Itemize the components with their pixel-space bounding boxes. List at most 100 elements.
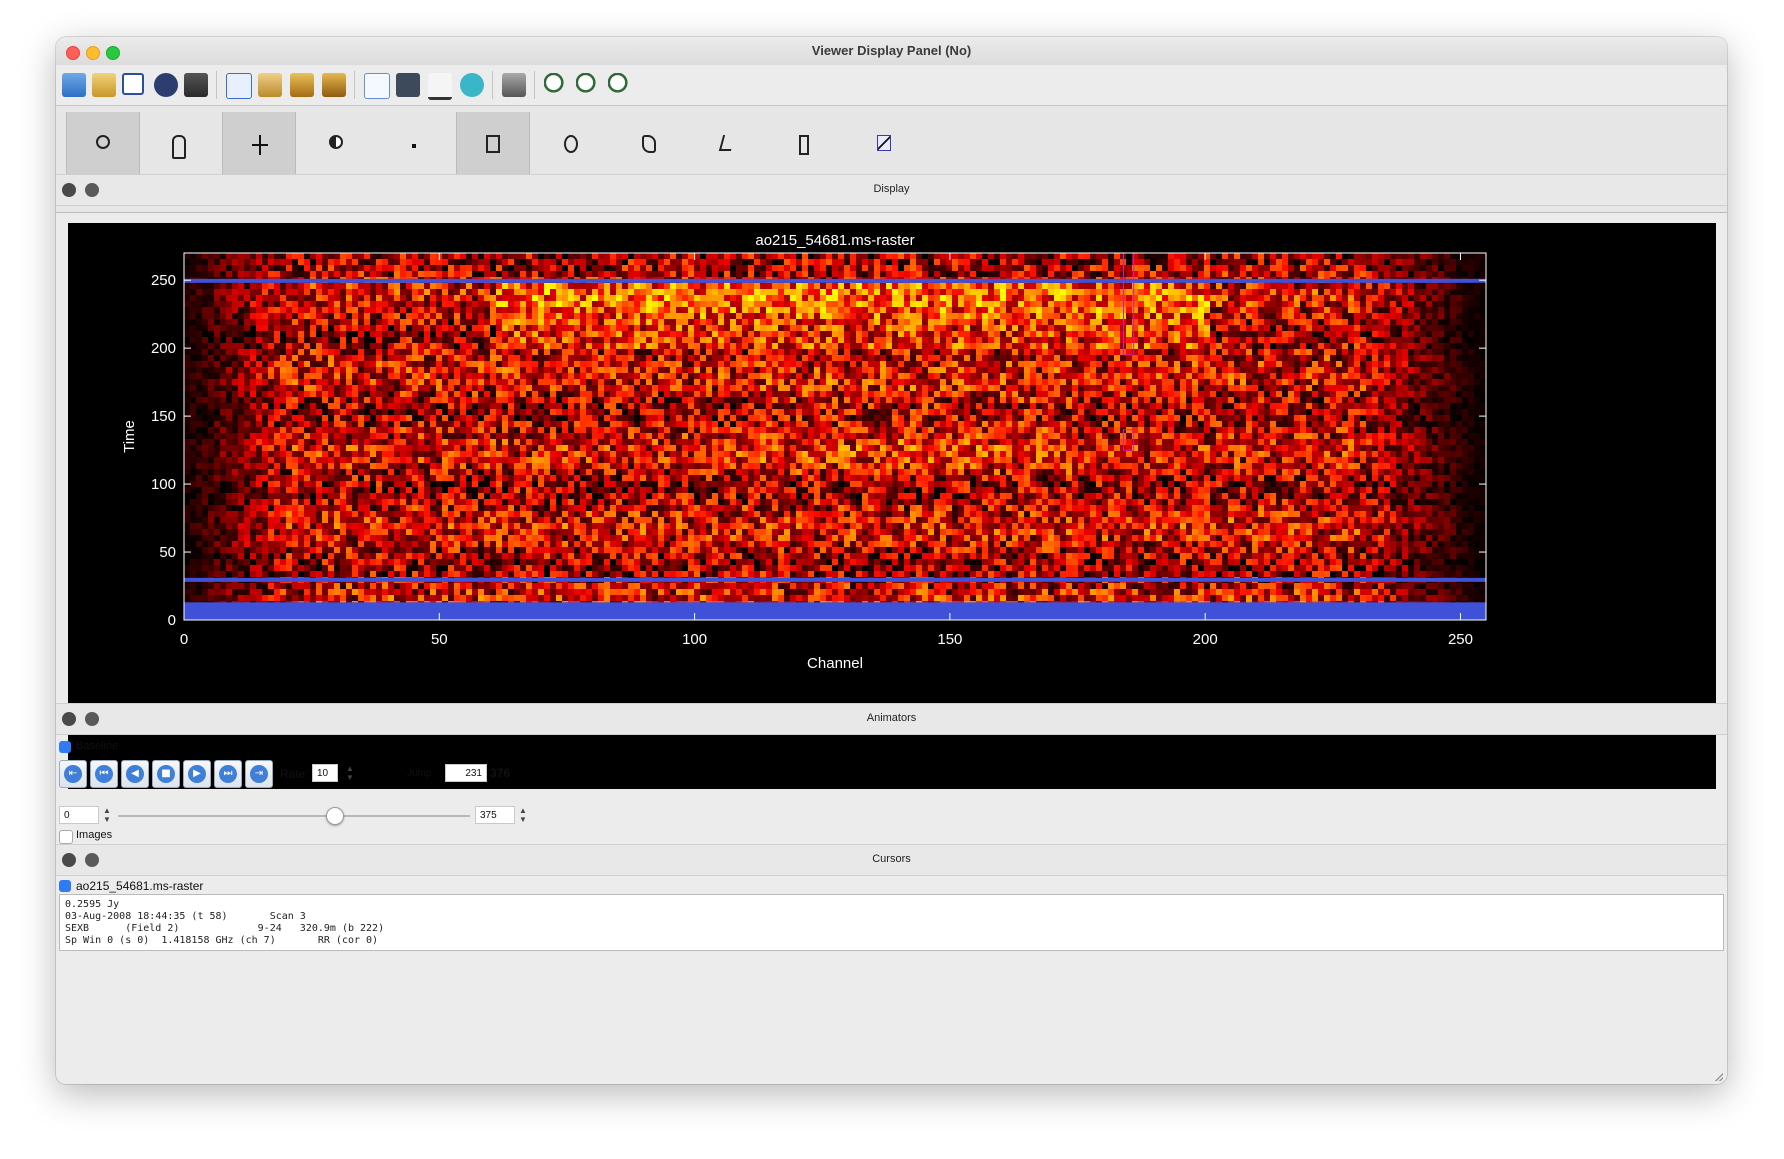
ruler-tool-icon bbox=[799, 135, 809, 155]
animators-panel-header: Animators bbox=[56, 703, 1727, 735]
y-tick-label: 150 bbox=[151, 408, 176, 425]
play-forward-icon: ▶ bbox=[188, 765, 206, 783]
plot-title: ao215_54681.ms-raster bbox=[755, 232, 914, 249]
x-tick-label: 250 bbox=[1448, 631, 1473, 648]
position-velocity-tool-icon bbox=[877, 135, 891, 151]
slider-max-spinner[interactable]: ▲ ▼ bbox=[518, 806, 528, 824]
flagged-band bbox=[184, 577, 1486, 582]
position-velocity-tool-button[interactable] bbox=[848, 112, 922, 182]
stop-icon: ■ bbox=[157, 765, 175, 783]
zoom-tool-button[interactable] bbox=[66, 112, 140, 182]
images-checkbox[interactable] bbox=[59, 830, 73, 844]
copy-panel-icon[interactable] bbox=[122, 73, 144, 95]
save-icon[interactable] bbox=[184, 73, 208, 97]
print-icon[interactable] bbox=[502, 73, 526, 97]
tools-icon[interactable] bbox=[258, 73, 282, 97]
pan-tool-button[interactable] bbox=[143, 112, 217, 182]
cursor-item-label: ao215_54681.ms-raster bbox=[76, 879, 204, 893]
y-tick-label: 250 bbox=[151, 272, 176, 289]
new-window-icon[interactable] bbox=[226, 73, 252, 99]
point-tool-button[interactable] bbox=[378, 112, 452, 182]
step-back-button[interactable]: ⏮ bbox=[90, 760, 118, 788]
baseline-label: Baseline bbox=[76, 740, 119, 752]
point-tool-icon bbox=[412, 144, 416, 148]
x-tick-label: 100 bbox=[682, 631, 707, 648]
y-axis-label: Time bbox=[121, 420, 138, 453]
baseline-checkbox[interactable] bbox=[59, 741, 71, 753]
crosshair-tool-button[interactable] bbox=[222, 112, 296, 182]
zoom-out-icon[interactable] bbox=[608, 73, 632, 97]
slider-min-input[interactable]: 0 bbox=[59, 806, 99, 824]
jump-label: Jump bbox=[407, 768, 432, 779]
flagged-band bbox=[184, 602, 1486, 620]
cursor-readout-line: SEXB (Field 2) 9-24 320.9m (b 222) bbox=[65, 923, 385, 934]
ellipse-region-tool-button[interactable] bbox=[535, 112, 609, 182]
slider-max-input[interactable]: 375 bbox=[475, 806, 515, 824]
fit-icon[interactable] bbox=[396, 73, 420, 97]
polyline-tool-button[interactable] bbox=[692, 112, 766, 182]
plot-icon[interactable] bbox=[364, 73, 390, 99]
wrench-icon[interactable] bbox=[92, 73, 116, 97]
cursors-panel-header: Cursors bbox=[56, 844, 1727, 876]
rate-label: Rate: bbox=[280, 767, 309, 781]
viewer-window: Viewer Display Panel (No) Display 0 50 1… bbox=[56, 37, 1727, 1084]
ruler-tool-button[interactable] bbox=[770, 112, 844, 182]
stop-button[interactable]: ■ bbox=[152, 760, 180, 788]
y-tick-label: 200 bbox=[151, 340, 176, 357]
histogram-icon[interactable] bbox=[428, 73, 452, 100]
display-panel-header: Display bbox=[56, 174, 1727, 206]
movie-icon[interactable] bbox=[322, 73, 346, 97]
polygon-region-tool-icon bbox=[642, 135, 656, 153]
zoom-fit-icon[interactable] bbox=[544, 73, 568, 97]
rectangle-region-tool-button[interactable] bbox=[456, 112, 530, 182]
open-folder-icon[interactable] bbox=[62, 73, 86, 97]
flagged-band bbox=[184, 278, 1486, 283]
window-resize-grip[interactable] bbox=[1713, 1071, 1723, 1081]
display-panel-title: Display bbox=[873, 183, 910, 195]
x-tick-label: 50 bbox=[431, 631, 448, 648]
rate-spinner[interactable]: ▲ ▼ bbox=[345, 764, 355, 782]
cursor-item-checkbox[interactable] bbox=[59, 880, 71, 892]
x-tick-label: 200 bbox=[1193, 631, 1218, 648]
polygon-region-tool-button[interactable] bbox=[613, 112, 687, 182]
cursor-readout: 0.2595 Jy 03-Aug-2008 18:44:35 (t 58) Sc… bbox=[59, 894, 1724, 951]
rate-input[interactable]: 10 bbox=[312, 764, 338, 782]
pan-tool-icon bbox=[172, 135, 186, 159]
close-panel-icon[interactable] bbox=[154, 73, 178, 97]
cursor-readout-line: 0.2595 Jy bbox=[65, 899, 120, 910]
play-forward-button[interactable]: ▶ bbox=[183, 760, 211, 788]
rectangle-region-tool-icon bbox=[486, 135, 500, 153]
play-backward-button[interactable]: ◀ bbox=[121, 760, 149, 788]
zoom-in-icon[interactable] bbox=[576, 73, 600, 97]
rewind-to-start-button[interactable]: ⇤ bbox=[59, 760, 87, 788]
go-to-end-button[interactable]: ⇥ bbox=[245, 760, 273, 788]
zoom-tool-icon bbox=[96, 135, 110, 149]
go-to-end-icon: ⇥ bbox=[250, 765, 268, 783]
play-backward-icon: ◀ bbox=[126, 765, 144, 783]
step-back-icon: ⏮ bbox=[95, 765, 113, 783]
rewind-to-start-icon: ⇤ bbox=[64, 765, 82, 783]
image-export-icon[interactable] bbox=[290, 73, 314, 97]
main-toolbar bbox=[56, 65, 1727, 106]
slider-min-spinner[interactable]: ▲ ▼ bbox=[102, 806, 112, 824]
animators-panel-title: Animators bbox=[866, 712, 917, 724]
jump-input[interactable]: 231 bbox=[445, 764, 487, 782]
region-icon[interactable] bbox=[460, 73, 484, 97]
cursor-readout-line: 03-Aug-2008 18:44:35 (t 58) Scan 3 bbox=[65, 911, 306, 922]
cursors-panel-title: Cursors bbox=[872, 853, 911, 865]
frame-slider-thumb[interactable] bbox=[326, 807, 345, 825]
cursor-readout-line: Sp Win 0 (s 0) 1.418158 GHz (ch 7) RR (c… bbox=[65, 935, 379, 946]
frame-slider-track[interactable] bbox=[118, 815, 470, 817]
window-title: Viewer Display Panel (No) bbox=[811, 43, 972, 58]
y-tick-label: 100 bbox=[151, 476, 176, 493]
raster-heatmap[interactable] bbox=[184, 253, 1486, 620]
contrast-tool-button[interactable] bbox=[300, 112, 374, 182]
x-tick-label: 150 bbox=[937, 631, 962, 648]
title-bar[interactable]: Viewer Display Panel (No) bbox=[56, 37, 1727, 65]
y-tick-label: 0 bbox=[168, 612, 176, 629]
step-forward-button[interactable]: ⏭ bbox=[214, 760, 242, 788]
x-axis-label: Channel bbox=[807, 655, 863, 672]
total-frames-label: 376 bbox=[490, 766, 511, 780]
y-tick-label: 50 bbox=[159, 544, 176, 561]
polyline-tool-icon bbox=[718, 135, 736, 151]
